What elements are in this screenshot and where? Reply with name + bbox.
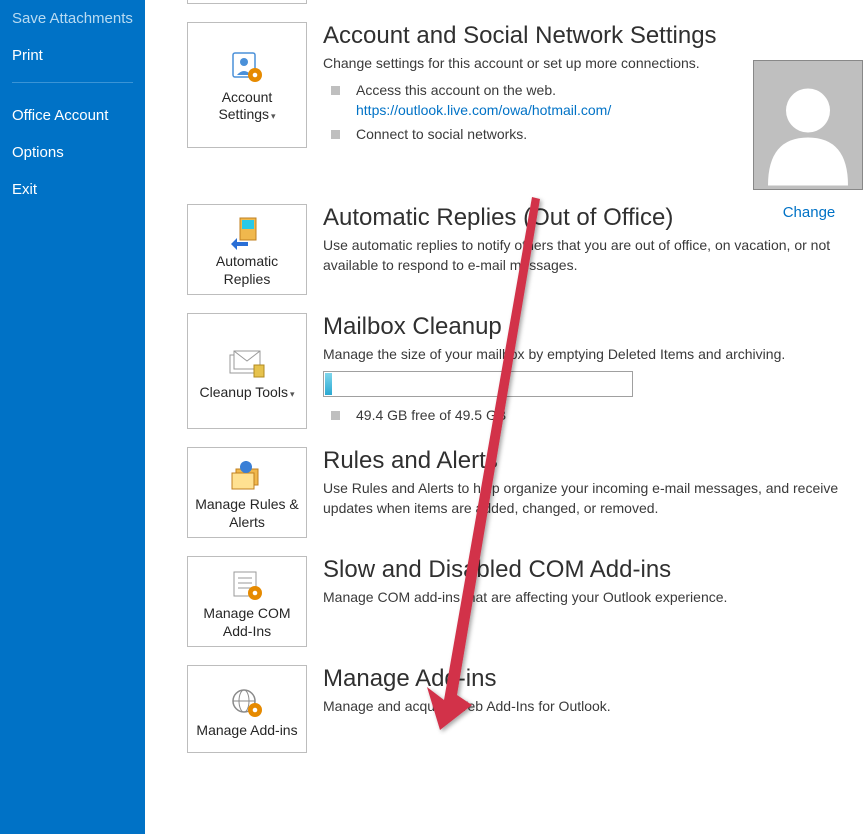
addins-desc: Manage and acquire Web Add-Ins for Outlo…	[323, 697, 863, 717]
sidebar-separator	[12, 82, 133, 83]
manage-rules-button[interactable]: Manage Rules & Alerts	[187, 447, 307, 538]
addins-icon	[224, 682, 270, 722]
rules-heading: Rules and Alerts	[323, 447, 863, 475]
account-heading: Account and Social Network Settings	[323, 22, 863, 50]
sidebar-item-options[interactable]: Options	[0, 134, 145, 171]
account-access-text: Access this account on the web.	[356, 80, 611, 100]
account-url-link[interactable]: https://outlook.live.com/owa/hotmail.com…	[356, 100, 611, 120]
cleanup-tools-label: Cleanup Tools▾	[199, 384, 294, 402]
bullet-icon	[331, 86, 340, 95]
storage-text: 49.4 GB free of 49.5 GB	[356, 405, 506, 425]
account-settings-label: Account Settings▾	[192, 89, 302, 124]
com-addins-icon	[224, 565, 270, 605]
com-desc: Manage COM add-ins that are affecting yo…	[323, 588, 863, 608]
com-heading: Slow and Disabled COM Add-ins	[323, 556, 863, 584]
account-settings-icon	[225, 49, 269, 89]
automatic-replies-icon	[226, 213, 268, 253]
automatic-replies-label: Automatic Replies	[192, 253, 302, 288]
manage-com-addins-button[interactable]: Manage COM Add-Ins	[187, 556, 307, 647]
sidebar: Save Attachments Print Office Account Op…	[0, 0, 145, 834]
sidebar-item-exit[interactable]: Exit	[0, 171, 145, 208]
cleanup-desc: Manage the size of your mailbox by empty…	[323, 345, 863, 365]
storage-bar	[323, 371, 633, 397]
storage-fill	[325, 373, 332, 395]
avatar-image	[753, 60, 863, 190]
bullet-icon	[331, 130, 340, 139]
cleanup-tools-button[interactable]: Cleanup Tools▾	[187, 313, 307, 429]
manage-addins-button[interactable]: Manage Add-ins	[187, 665, 307, 753]
main-panel: Account Settings▾ Account and Social Net…	[145, 0, 863, 834]
chevron-down-icon: ▾	[271, 111, 276, 121]
sidebar-item-office-account[interactable]: Office Account	[0, 97, 145, 134]
account-settings-button[interactable]: Account Settings▾	[187, 22, 307, 148]
rules-desc: Use Rules and Alerts to help organize yo…	[323, 479, 863, 518]
sidebar-item-print[interactable]: Print	[0, 37, 145, 74]
cleanup-tools-icon	[224, 344, 270, 384]
manage-com-label: Manage COM Add-Ins	[192, 605, 302, 640]
avatar-container: Change	[753, 60, 863, 221]
manage-rules-label: Manage Rules & Alerts	[192, 496, 302, 531]
add-account-button[interactable]	[187, 0, 307, 4]
sidebar-item-save-attachments[interactable]: Save Attachments	[0, 0, 145, 37]
manage-addins-label: Manage Add-ins	[196, 722, 297, 740]
addins-heading: Manage Add-ins	[323, 665, 863, 693]
auto-desc: Use automatic replies to notify others t…	[323, 236, 863, 275]
chevron-down-icon: ▾	[290, 389, 295, 399]
cleanup-heading: Mailbox Cleanup	[323, 313, 863, 341]
bullet-icon	[331, 411, 340, 420]
account-social-text: Connect to social networks.	[356, 124, 527, 144]
rules-icon	[224, 456, 270, 496]
change-avatar-link[interactable]: Change	[753, 204, 863, 221]
automatic-replies-button[interactable]: Automatic Replies	[187, 204, 307, 295]
